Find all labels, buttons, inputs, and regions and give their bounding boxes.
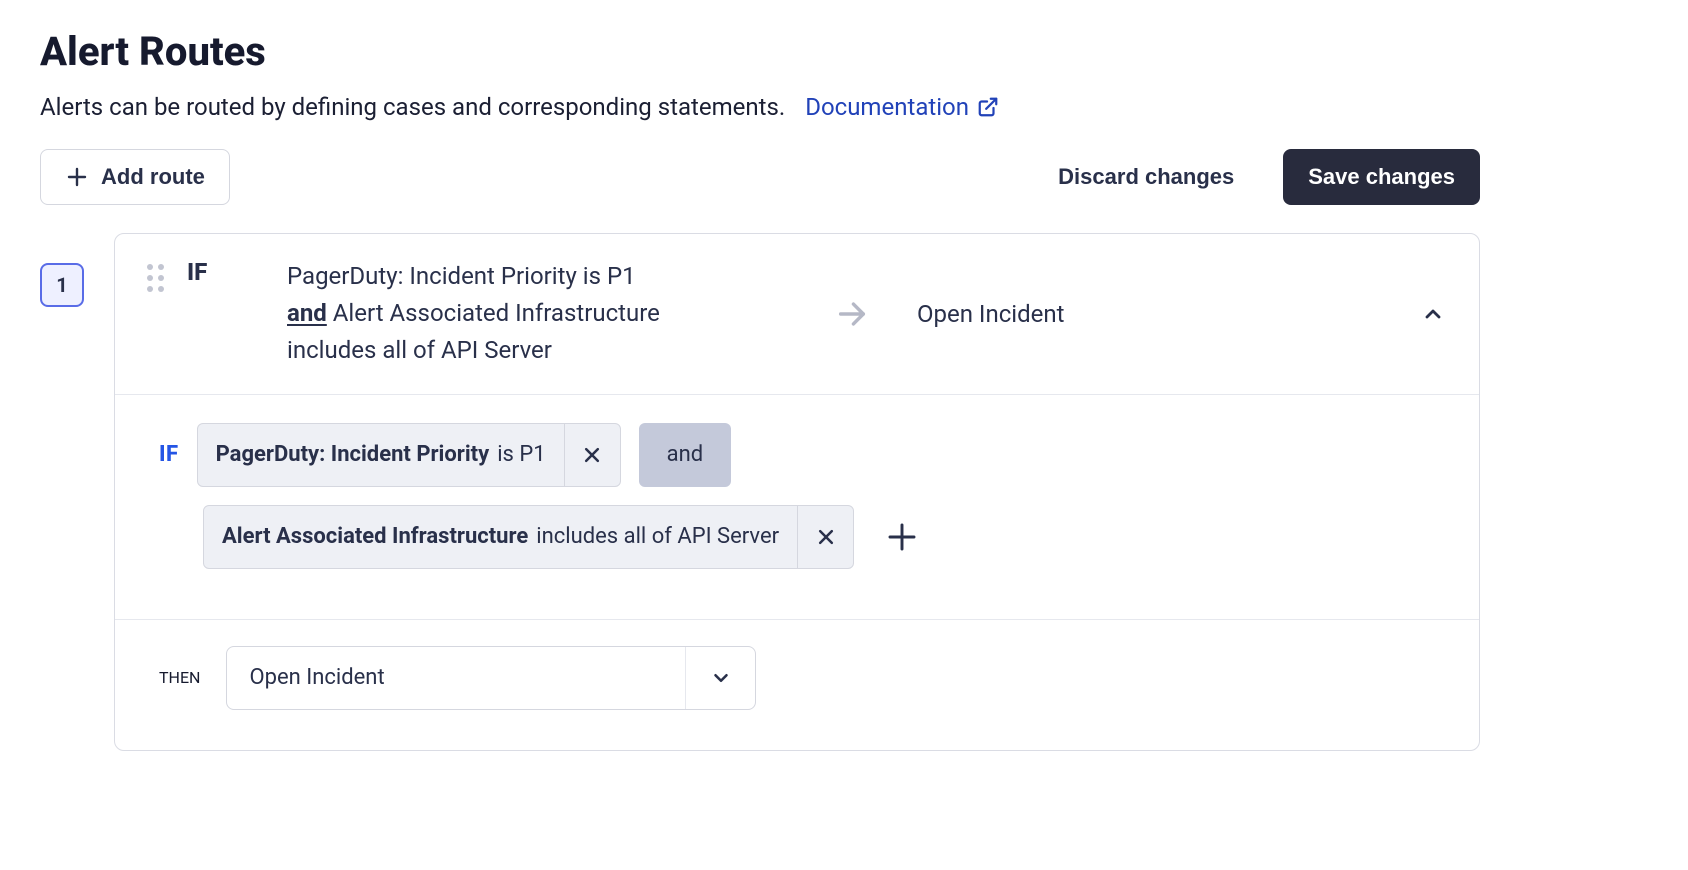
route-conditions-body: IF PagerDuty: Incident Priority is P1 [115, 395, 1479, 620]
remove-condition-button[interactable] [797, 506, 853, 568]
route-number-badge: 1 [40, 263, 84, 307]
condition-chip[interactable]: PagerDuty: Incident Priority is P1 [197, 423, 621, 487]
documentation-link[interactable]: Documentation [805, 93, 999, 121]
collapse-toggle[interactable] [1415, 296, 1451, 332]
plus-icon [65, 165, 89, 189]
plus-icon [886, 521, 918, 553]
condition-field: Alert Associated Infrastructure [222, 524, 528, 549]
subtitle-text: Alerts can be routed by defining cases a… [40, 93, 785, 121]
add-route-button[interactable]: Add route [40, 149, 230, 205]
save-changes-label: Save changes [1308, 164, 1455, 190]
condition-field: PagerDuty: Incident Priority [216, 442, 490, 467]
select-caret [685, 647, 755, 709]
external-link-icon [977, 96, 999, 118]
condition-rest: includes all of API Server [536, 524, 779, 549]
then-action-select[interactable]: Open Incident [226, 646, 756, 710]
header-if-label: IF [187, 258, 267, 286]
discard-changes-label: Discard changes [1058, 164, 1234, 190]
discard-changes-button[interactable]: Discard changes [1033, 149, 1259, 205]
add-route-label: Add route [101, 164, 205, 190]
header-cond-and: and [287, 299, 327, 327]
arrow-right-icon [807, 297, 897, 331]
header-action-summary: Open Incident [917, 300, 1395, 328]
route-card: IF PagerDuty: Incident Priority is P1 an… [114, 233, 1480, 751]
route-then-body: THEN Open Incident [115, 620, 1479, 750]
condition-chip-text: PagerDuty: Incident Priority is P1 [198, 424, 564, 486]
condition-rest: is P1 [497, 442, 545, 467]
header-condition-summary: PagerDuty: Incident Priority is P1 and A… [287, 258, 787, 370]
toolbar: Add route Discard changes Save changes [40, 149, 1480, 205]
header-cond-line2a: Alert Associated Infrastructure [327, 299, 660, 327]
header-cond-line1: PagerDuty: Incident Priority is P1 [287, 262, 636, 290]
operator-label: and [667, 442, 704, 467]
subtitle: Alerts can be routed by defining cases a… [40, 93, 1480, 121]
then-action-value: Open Incident [227, 665, 685, 690]
chevron-up-icon [1421, 302, 1445, 326]
chevron-down-icon [710, 667, 732, 689]
close-icon [816, 527, 836, 547]
page-title: Alert Routes [40, 28, 1480, 75]
route-header: IF PagerDuty: Incident Priority is P1 an… [115, 234, 1479, 395]
save-changes-button[interactable]: Save changes [1283, 149, 1480, 205]
body-then-label: THEN [143, 668, 200, 687]
body-if-label: IF [159, 442, 179, 467]
condition-chip-text: Alert Associated Infrastructure includes… [204, 506, 797, 568]
header-cond-line3: includes all of API Server [287, 336, 552, 364]
remove-condition-button[interactable] [564, 424, 620, 486]
drag-handle-icon[interactable] [143, 262, 167, 294]
documentation-link-label: Documentation [805, 93, 969, 121]
add-condition-button[interactable] [882, 517, 922, 557]
condition-chip[interactable]: Alert Associated Infrastructure includes… [203, 505, 854, 569]
close-icon [582, 445, 602, 465]
operator-chip[interactable]: and [639, 423, 732, 487]
